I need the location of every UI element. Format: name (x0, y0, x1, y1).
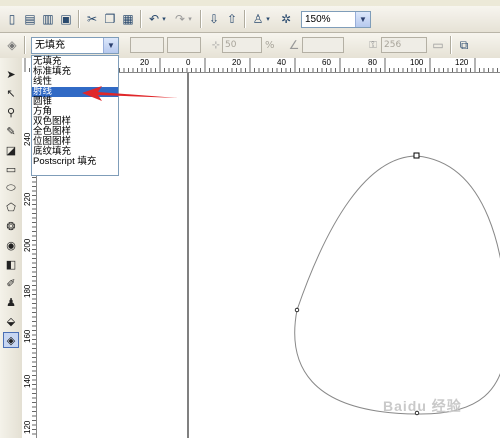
ruler-label: 80 (368, 58, 377, 67)
zoom-tool-icon[interactable]: ⚲ (3, 104, 19, 120)
rectangle-tool-icon[interactable]: ▭ (3, 161, 19, 177)
undo-dropdown-icon[interactable]: ▾ (160, 11, 168, 27)
angle-input[interactable] (302, 37, 344, 53)
steps-lock-icon[interactable]: ⚿ (365, 37, 381, 53)
ruler-label: 100 (410, 58, 424, 67)
ruler-label: 120 (455, 58, 469, 67)
ruler-label: 60 (322, 58, 331, 67)
ruler-label: 40 (277, 58, 286, 67)
import-icon[interactable]: ⇩ (206, 11, 222, 27)
fill-type-combo[interactable]: 无填充 ▼ (31, 37, 119, 54)
egg-curve[interactable] (294, 155, 500, 415)
launcher-dropdown-icon[interactable]: ▾ (264, 11, 272, 27)
red-arrow-annotation (82, 86, 178, 101)
chevron-down-icon[interactable]: ▼ (103, 38, 118, 53)
steps-input[interactable]: 256 (381, 37, 427, 53)
ruler-label: 200 (23, 238, 32, 252)
basic-shapes-tool-icon[interactable]: ❂ (3, 218, 19, 234)
interactive-fill-tool-icon[interactable]: ◈ (3, 332, 19, 348)
ruler-label: 180 (23, 284, 32, 298)
start-color-picker[interactable] (130, 37, 164, 53)
ruler-label: 0 (186, 58, 191, 67)
angle-value: 50 (225, 40, 237, 50)
fill-option[interactable]: Postscript 填充 (32, 157, 118, 167)
shape-tool-icon[interactable]: ↖ (3, 85, 19, 101)
corel-online-icon[interactable]: ✲ (278, 11, 294, 27)
toolbox: ➤ ↖ ⚲ ✎ ◪ ▭ ⬭ ⬠ ❂ ◉ ◧ ✐ ♟ ⬙ ◈ (0, 58, 23, 438)
pick-tool-icon[interactable]: ➤ (3, 66, 19, 82)
zoom-value: 150% (305, 14, 331, 25)
ruler-label: 120 (23, 420, 32, 434)
chevron-down-icon[interactable]: ▼ (355, 12, 370, 27)
percent-label: % (265, 40, 275, 51)
ruler-label: 20 (232, 58, 241, 67)
freehand-tool-icon[interactable]: ✎ (3, 123, 19, 139)
redo-dropdown-icon[interactable]: ▾ (186, 11, 194, 27)
midpoint-input[interactable]: 50 (222, 37, 262, 53)
ruler-label: 140 (23, 374, 32, 388)
steps-value: 256 (384, 40, 402, 50)
cut-icon[interactable]: ✂ (84, 11, 100, 27)
ruler-label: 220 (23, 192, 32, 206)
polygon-tool-icon[interactable]: ⬠ (3, 199, 19, 215)
new-from-template-icon[interactable]: ▤ (22, 11, 38, 27)
watermark: Baidu 经验 (383, 398, 462, 414)
edge-pad-icon[interactable]: ▭ (430, 37, 446, 53)
interactive-blend-tool-icon[interactable]: ◧ (3, 256, 19, 272)
angle-icon: ∠ (288, 38, 300, 52)
curve-node-left[interactable] (294, 307, 300, 313)
eyedropper-tool-icon[interactable]: ✐ (3, 275, 19, 291)
end-color-picker[interactable] (167, 37, 201, 53)
save-icon[interactable]: ▣ (58, 11, 74, 27)
fill-tool-icon[interactable]: ⬙ (3, 313, 19, 329)
ellipse-tool-icon[interactable]: ⬭ (3, 180, 19, 196)
new-file-icon[interactable]: ▯ (4, 11, 20, 27)
text-tool-icon[interactable]: ◉ (3, 237, 19, 253)
fill-type-dropdown-list: 无填充 标准填充 线性 射线 圆锥 方角 双色图样 全色图样 位图图样 底纹填充 Postscrip… (31, 55, 119, 176)
smart-fill-tool-icon[interactable]: ◪ (3, 142, 19, 158)
export-icon[interactable]: ⇧ (224, 11, 240, 27)
curve-node-top[interactable] (413, 152, 420, 159)
ruler-label: 20 (140, 58, 149, 67)
outline-tool-icon[interactable]: ♟ (3, 294, 19, 310)
ruler-label: 160 (23, 329, 32, 343)
fill-type-value: 无填充 (35, 40, 65, 51)
open-file-icon[interactable]: ▥ (40, 11, 56, 27)
copy-fill-properties-icon[interactable]: ⧉ (456, 37, 472, 53)
copy-icon[interactable]: ❐ (102, 11, 118, 27)
paste-icon[interactable]: ▦ (120, 11, 136, 27)
interactive-fill-icon: ◈ (7, 38, 17, 52)
standard-toolbar: ▯ ▤ ▥ ▣ ✂ ❐ ▦ ↶ ▾ ↷ ▾ ⇩ ⇧ ♙ ▾ ✲ 150% ▼ (0, 6, 500, 33)
zoom-levels-combo[interactable]: 150% ▼ (301, 11, 371, 28)
